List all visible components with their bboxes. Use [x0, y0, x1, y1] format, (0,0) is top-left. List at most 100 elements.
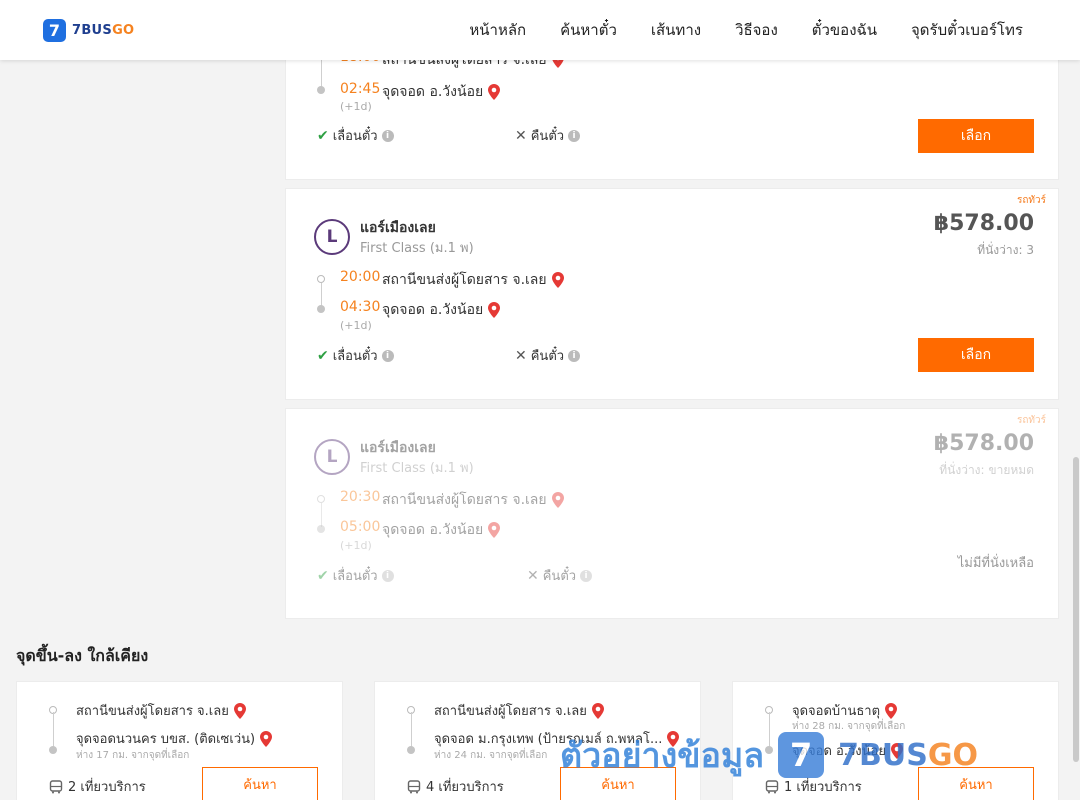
- info-icon[interactable]: i: [381, 129, 394, 142]
- watermark-brand: 7BUSGO: [838, 738, 978, 773]
- map-pin-icon: [488, 522, 501, 538]
- watermark-logo-icon: 7: [778, 732, 825, 778]
- info-icon[interactable]: i: [568, 349, 581, 362]
- info-icon[interactable]: i: [381, 349, 394, 362]
- cross-icon: ✕: [515, 347, 527, 364]
- arrive-station: จุดจอด อ.วังน้อย: [382, 519, 501, 541]
- trip-card-sold-out: รถทัวร์ L แอร์เมืองเลย First Class (ม.1 …: [285, 408, 1059, 619]
- arrive-station-name: จุดจอด อ.วังน้อย: [382, 84, 484, 100]
- nearby-stop-card: สถานีขนส่งผู้โดยสาร จ.เลย จุดจอดนวนคร บข…: [16, 681, 343, 800]
- operator-logo-icon: L: [326, 227, 338, 247]
- to-dot: [49, 746, 57, 754]
- depart-time: 20:30: [340, 489, 381, 505]
- nav-how-to-book[interactable]: วิธีจอง: [735, 18, 778, 42]
- map-pin-icon[interactable]: [488, 84, 501, 100]
- bus-icon: [49, 779, 63, 793]
- from-stop: จุดจอดบ้านธาตุ: [792, 700, 898, 721]
- arrive-time: 04:30: [340, 299, 381, 315]
- site-logo[interactable]: 7 7BUSGO: [43, 19, 134, 42]
- watermark-text: ตัวอย่างข้อมูล: [560, 736, 765, 776]
- trip-count: 2 เที่ยวบริการ: [49, 776, 146, 797]
- operator-logo-icon: L: [326, 447, 338, 467]
- nav-my-tickets[interactable]: ตั๋วของฉัน: [812, 18, 877, 42]
- depart-station: สถานีขนส่งผู้โดยสาร จ.เลย: [382, 269, 564, 291]
- trip-price: ฿578.00: [933, 211, 1034, 236]
- depart-station-name: สถานีขนส่งผู้โดยสาร จ.เลย: [382, 272, 547, 288]
- sample-data-watermark: ตัวอย่างข้อมูล 7 7BUSGO: [560, 728, 978, 782]
- map-pin-icon[interactable]: [551, 272, 564, 288]
- arrive-station-name: จุดจอด อ.วังน้อย: [382, 302, 484, 318]
- scrollbar-thumb[interactable]: [1073, 457, 1079, 762]
- search-button[interactable]: ค้นหา: [202, 767, 318, 800]
- refund-policy: ✕ คืนตั๋ว i: [515, 125, 581, 146]
- nav-ticket-pickup[interactable]: จุดรับตั๋วเบอร์โทร: [911, 18, 1023, 42]
- depart-time: 20:00: [340, 269, 381, 285]
- watermark-brand-go: GO: [927, 737, 978, 773]
- arrive-time: 05:00: [340, 519, 381, 535]
- change-label: เลื่อนตั๋ว: [332, 349, 378, 364]
- cross-icon: ✕: [527, 567, 539, 584]
- bus-icon: [407, 779, 421, 793]
- info-icon[interactable]: i: [568, 129, 581, 142]
- cross-icon: ✕: [515, 127, 527, 144]
- timeline-line: [53, 712, 54, 748]
- check-icon: ✔: [317, 127, 329, 144]
- from-stop-name: จุดจอดบ้านธาตุ: [792, 704, 881, 719]
- operator-logo: L: [314, 439, 350, 475]
- refund-label: คืนตั๋ว: [530, 129, 565, 144]
- from-stop: สถานีขนส่งผู้โดยสาร จ.เลย: [76, 700, 246, 721]
- next-day-indicator: (+1d): [340, 319, 372, 332]
- nav-home[interactable]: หน้าหลัก: [469, 18, 526, 42]
- map-pin-icon[interactable]: [233, 702, 246, 719]
- nearby-section-title: จุดขึ้น-ลง ใกล้เคียง: [16, 646, 149, 665]
- check-icon: ✔: [317, 567, 329, 584]
- bus-class: First Class (ม.1 พ): [360, 461, 474, 476]
- map-pin-icon[interactable]: [885, 702, 898, 719]
- map-pin-icon[interactable]: [591, 702, 604, 719]
- next-day-indicator: (+1d): [340, 100, 372, 113]
- logo-mark-icon: 7: [43, 19, 66, 42]
- operator-name: แอร์เมืองเลย: [360, 220, 436, 236]
- timeline-line: [321, 503, 322, 527]
- main-nav: หน้าหลัก ค้นหาตั๋ว เส้นทาง วิธีจอง ตั๋วข…: [469, 0, 1023, 60]
- check-icon: ✔: [317, 347, 329, 364]
- from-stop-name: สถานีขนส่งผู้โดยสาร จ.เลย: [434, 704, 587, 719]
- select-trip-button[interactable]: เลือก: [918, 119, 1034, 153]
- change-policy: ✔ เลื่อนตั๋ว i: [317, 345, 394, 366]
- arrive-station-name: จุดจอด อ.วังน้อย: [382, 522, 484, 538]
- nav-search-tickets[interactable]: ค้นหาตั๋ว: [560, 18, 617, 42]
- depart-station-name: สถานีขนส่งผู้โดยสาร จ.เลย: [382, 492, 547, 508]
- nav-routes[interactable]: เส้นทาง: [651, 18, 701, 42]
- page-scrollbar[interactable]: [1072, 60, 1080, 800]
- change-policy: ✔ เลื่อนตั๋ว i: [317, 125, 394, 146]
- from-stop-name: สถานีขนส่งผู้โดยสาร จ.เลย: [76, 704, 229, 719]
- logo-text-bus: 7BUS: [72, 23, 113, 38]
- refund-label: คืนตั๋ว: [542, 569, 577, 584]
- top-navbar: 7 7BUSGO หน้าหลัก ค้นหาตั๋ว เส้นทาง วิธี…: [0, 0, 1080, 60]
- bus-class: First Class (ม.1 พ): [360, 241, 474, 256]
- change-label: เลื่อนตั๋ว: [332, 129, 378, 144]
- watermark-brand-bus: 7BUS: [838, 737, 928, 773]
- to-distance: ห่าง 17 กม. จากจุดที่เลือก: [76, 750, 190, 761]
- map-pin-icon[interactable]: [260, 730, 273, 747]
- departure-dot: [317, 275, 325, 283]
- change-label: เลื่อนตั๋ว: [332, 569, 378, 584]
- timeline-line: [321, 283, 322, 307]
- bus-type-tag: รถทัวร์: [1016, 195, 1046, 206]
- refund-label: คืนตั๋ว: [530, 349, 565, 364]
- arrival-dot: [317, 525, 325, 533]
- refund-policy: ✕ คืนตั๋ว i: [515, 345, 581, 366]
- to-stop: จุดจอดนวนคร บขส. (ติดเซเว่น): [76, 728, 273, 749]
- map-pin-icon[interactable]: [488, 302, 501, 318]
- trip-count: 4 เที่ยวบริการ: [407, 776, 504, 797]
- bus-type-tag: รถทัวร์: [1016, 415, 1046, 426]
- trip-card: รถทัวร์ L แอร์เมืองเลย First Class (ม.1 …: [285, 188, 1059, 400]
- arrival-dot: [317, 86, 325, 94]
- select-trip-button[interactable]: เลือก: [918, 338, 1034, 372]
- seats-available: ที่นั่งว่าง: ขายหมด: [939, 463, 1034, 477]
- map-pin-icon: [551, 492, 564, 508]
- depart-station: สถานีขนส่งผู้โดยสาร จ.เลย: [382, 489, 564, 511]
- no-seat-notice: ไม่มีที่นั่งเหลือ: [957, 556, 1034, 571]
- arrival-dot: [317, 305, 325, 313]
- info-icon: i: [381, 569, 394, 582]
